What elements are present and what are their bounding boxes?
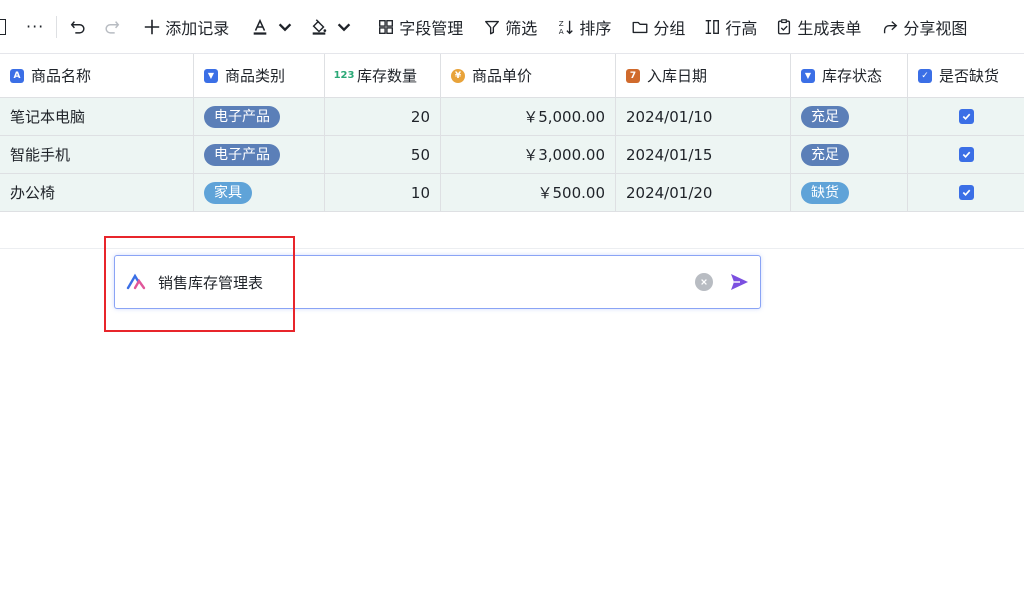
cell-price[interactable]: ￥5,000.00	[441, 98, 616, 136]
share-view-label: 分享视图	[903, 18, 968, 38]
chevron-down-icon	[279, 22, 292, 31]
folder-icon	[632, 21, 648, 33]
status-tag: 充足	[801, 105, 849, 128]
row-height-label: 行高	[725, 18, 758, 38]
cell-category[interactable]: 电子产品	[194, 98, 325, 136]
cell-qty[interactable]: 20	[325, 98, 441, 136]
status-tag: 缺货	[801, 181, 849, 204]
paint-bucket-icon	[312, 18, 327, 35]
table-name-input[interactable]	[158, 273, 695, 291]
category-tag: 电子产品	[204, 105, 280, 128]
cell-qty[interactable]: 50	[325, 136, 441, 174]
cell-price[interactable]: ￥3,000.00	[441, 136, 616, 174]
column-header[interactable]: ▼ 商品类别	[194, 54, 325, 98]
cell-status[interactable]: 缺货	[791, 174, 908, 212]
category-tag: 电子产品	[204, 143, 280, 166]
status-tag: 充足	[801, 143, 849, 166]
share-view-button[interactable]: 分享视图	[875, 11, 973, 43]
column-header[interactable]: 123 库存数量	[325, 54, 441, 98]
cell-name[interactable]: 笔记本电脑	[0, 98, 194, 136]
column-header[interactable]: ¥ 商品单价	[441, 54, 616, 98]
redo-icon	[105, 20, 120, 34]
currency-field-icon: ¥	[451, 68, 465, 83]
send-icon[interactable]	[728, 271, 750, 293]
cell-date[interactable]: 2024/01/10	[616, 98, 791, 136]
cell-out-of-stock[interactable]	[908, 98, 1024, 136]
fill-color-button[interactable]	[304, 11, 363, 43]
redo-button[interactable]	[97, 11, 131, 43]
number-field-icon: 123	[333, 70, 355, 81]
text-field-icon: A	[10, 68, 24, 83]
column-header[interactable]: ▼ 库存状态	[791, 54, 908, 98]
date-field-icon: 7	[626, 68, 640, 83]
row-height-button[interactable]: 行高	[697, 11, 763, 43]
toolbar: ··· 添加记录 字段管理 筛选 ZA 排序 分组 行高 生成表单 分享视图	[0, 0, 1024, 54]
cell-out-of-stock[interactable]	[908, 136, 1024, 174]
table-header-row: A 商品名称 ▼ 商品类别 123 库存数量 ¥ 商品单价 7 入库日期 ▼ 库存状态 ✓ 是…	[0, 54, 1024, 98]
field-manage-button[interactable]: 字段管理	[371, 11, 469, 43]
generate-form-button[interactable]: 生成表单	[769, 11, 867, 43]
checkbox-checked-icon[interactable]	[958, 185, 974, 200]
data-table: A 商品名称 ▼ 商品类别 123 库存数量 ¥ 商品单价 7 入库日期 ▼ 库存状态 ✓ 是…	[0, 54, 1024, 212]
grid-icon	[379, 19, 394, 34]
column-header[interactable]: ✓ 是否缺货	[908, 54, 1024, 98]
svg-text:A: A	[559, 27, 564, 36]
toolbar-divider	[56, 15, 58, 38]
clear-icon[interactable]	[695, 273, 713, 291]
panel-edge-icon	[0, 18, 6, 35]
share-icon	[884, 20, 898, 33]
clipboard-check-icon	[778, 18, 791, 34]
checkbox-checked-icon[interactable]	[958, 147, 974, 162]
filter-label: 筛选	[505, 18, 538, 38]
sort-button[interactable]: ZA 排序	[551, 11, 617, 43]
column-header[interactable]: A 商品名称	[0, 54, 194, 98]
category-tag: 家具	[204, 181, 252, 204]
add-record-label: 添加记录	[165, 18, 230, 38]
cell-status[interactable]: 充足	[791, 98, 908, 136]
checkbox-checked-icon[interactable]	[958, 109, 974, 124]
table-row[interactable]: 办公椅 家具 10 ￥500.00 2024/01/20 缺货	[0, 174, 1024, 212]
undo-icon	[71, 20, 85, 34]
cell-price[interactable]: ￥500.00	[441, 174, 616, 212]
column-header[interactable]: 7 入库日期	[616, 54, 791, 98]
chevron-down-icon	[338, 22, 351, 31]
divider	[0, 248, 1024, 249]
cell-qty[interactable]: 10	[325, 174, 441, 212]
filter-button[interactable]: 筛选	[477, 11, 543, 43]
more-button[interactable]: ···	[20, 11, 50, 43]
cell-category[interactable]: 家具	[194, 174, 325, 212]
field-manage-label: 字段管理	[399, 18, 464, 38]
cell-status[interactable]: 充足	[791, 136, 908, 174]
table-row[interactable]: 笔记本电脑 电子产品 20 ￥5,000.00 2024/01/10 充足	[0, 98, 1024, 136]
cell-out-of-stock[interactable]	[908, 174, 1024, 212]
row-height-icon	[706, 19, 720, 34]
group-button[interactable]: 分组	[625, 11, 691, 43]
add-record-button[interactable]: 添加记录	[137, 11, 235, 43]
table-row[interactable]: 智能手机 电子产品 50 ￥3,000.00 2024/01/15 充足	[0, 136, 1024, 174]
cell-date[interactable]: 2024/01/15	[616, 136, 791, 174]
text-color-button[interactable]	[245, 11, 304, 43]
checkbox-field-icon: ✓	[918, 68, 932, 83]
filter-icon	[485, 20, 500, 34]
cell-category[interactable]: 电子产品	[194, 136, 325, 174]
sort-label: 排序	[579, 18, 612, 38]
cell-date[interactable]: 2024/01/20	[616, 174, 791, 212]
sort-icon: ZA	[559, 19, 574, 36]
ai-logo-icon	[126, 273, 146, 290]
more-icon: ···	[26, 17, 45, 36]
select-field-icon: ▼	[204, 68, 218, 83]
ai-name-input-box	[114, 255, 761, 309]
cell-name[interactable]: 智能手机	[0, 136, 194, 174]
select-field-icon: ▼	[801, 68, 815, 83]
group-label: 分组	[653, 18, 686, 38]
generate-form-label: 生成表单	[797, 18, 862, 38]
cell-name[interactable]: 办公椅	[0, 174, 194, 212]
plus-icon	[145, 19, 160, 34]
text-color-icon	[253, 18, 267, 35]
undo-button[interactable]	[63, 11, 97, 43]
